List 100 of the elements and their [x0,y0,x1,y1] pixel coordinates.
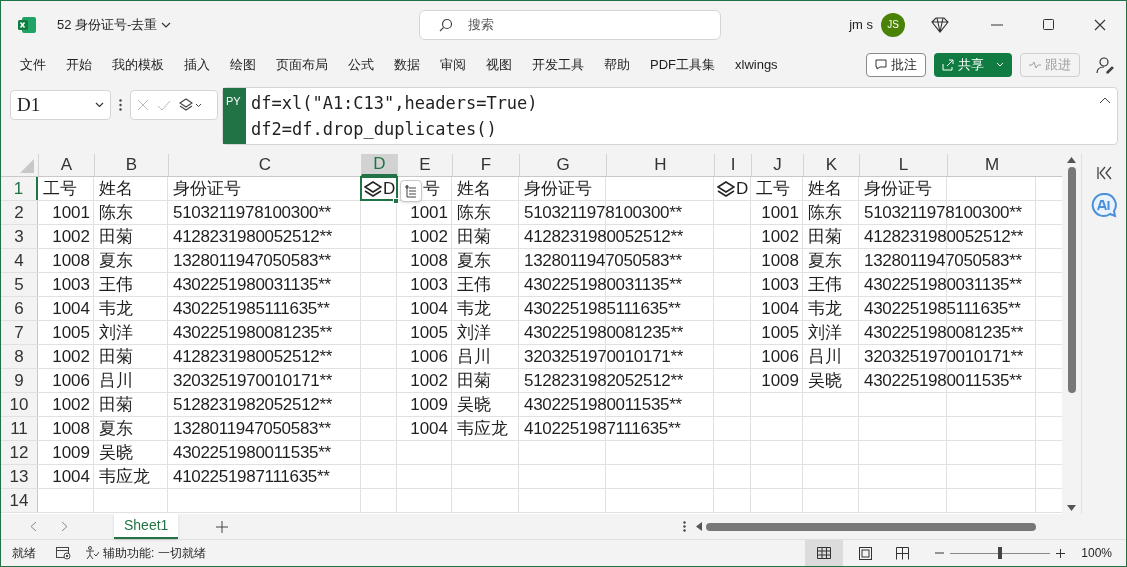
ribbon-tab[interactable]: 数据 [394,54,420,75]
formula-input[interactable]: PY df=xl("A1:C13",headers=True) df2=df.drop_duplicates() [222,87,1118,145]
row-header[interactable]: 7 [1,321,38,344]
ribbon-tab[interactable]: 开始 [66,54,92,75]
ribbon-tab[interactable]: 页面布局 [276,54,328,75]
cell-text: 4302251980081235** [173,322,333,344]
row-header[interactable]: 4 [1,249,38,272]
cell-text: 3203251970010171** [864,346,1024,368]
ribbon-tab[interactable]: PDF工具集 [650,54,715,75]
cell-text: 姓名 [99,178,133,200]
name-box[interactable]: D1 [10,90,111,120]
cell-text: 1328011947050583** [173,418,331,440]
column-header[interactable]: I [714,154,751,176]
more-options-icon[interactable] [683,521,686,532]
cell-text: 4302251980031135** [524,274,682,296]
scroll-down-icon[interactable] [1067,505,1076,511]
minimize-icon[interactable] [991,23,1003,26]
ribbon-tab[interactable]: 审阅 [440,54,466,75]
sheet-tab[interactable]: Sheet1 [114,514,179,539]
column-header[interactable]: A [38,154,94,176]
ribbon-tab[interactable]: 视图 [486,54,512,75]
page-layout-icon[interactable] [859,546,873,560]
column-header[interactable]: K [803,154,859,176]
ai-assistant-icon[interactable] [1090,192,1118,218]
collapse-left-icon[interactable] [1096,166,1112,180]
ribbon-tab[interactable]: 我的模板 [112,54,164,75]
diamond-icon[interactable] [931,16,949,33]
previous-sheet-icon[interactable] [30,521,37,532]
scroll-up-icon[interactable] [1067,157,1076,163]
row-header[interactable]: 2 [1,201,38,224]
share-button[interactable]: 共享 [934,52,1012,77]
cell-text: 陈东 [457,202,491,224]
comments-button[interactable]: 批注 [866,52,926,77]
column-header[interactable]: J [751,154,803,176]
layers-icon[interactable] [364,180,382,197]
column-header[interactable]: H [606,154,714,176]
cell-text: 5128231982052512** [173,394,333,416]
layers-icon[interactable] [717,180,735,197]
ribbon-tab[interactable]: 开发工具 [532,54,584,75]
ribbon-tab[interactable]: 插入 [184,54,210,75]
more-options-icon[interactable] [119,99,122,111]
ribbon-tab[interactable]: 绘图 [230,54,256,75]
next-sheet-icon[interactable] [61,521,68,532]
add-sheet-icon[interactable] [216,520,229,533]
collapse-icon[interactable] [1099,96,1111,104]
row-header[interactable]: 1 [1,177,38,200]
ribbon-tab[interactable]: 文件 [20,54,46,75]
insert-data-button[interactable] [400,180,422,202]
cell-text: 4302251985111635** [173,298,330,320]
ribbon-tab[interactable]: 公式 [348,54,374,75]
row-header[interactable]: 9 [1,369,38,392]
ribbon-tab[interactable]: 帮助 [604,54,630,75]
cell-text: 田菊 [808,226,842,248]
row-header[interactable]: 6 [1,297,38,320]
chevron-down-icon [996,62,1004,67]
column-header[interactable]: G [519,154,606,176]
column-header[interactable]: E [397,154,452,176]
user-avatar[interactable]: JS [881,12,905,37]
layers-icon[interactable] [179,98,203,112]
check-icon[interactable] [157,99,171,111]
normal-view-button[interactable] [805,540,844,566]
row-header[interactable]: 11 [1,417,38,440]
cell-text: 刘洋 [808,322,842,344]
cell-text: 1002 [410,226,448,248]
fill-handle[interactable] [393,198,399,204]
row-header[interactable]: 8 [1,345,38,368]
row-header[interactable]: 13 [1,465,38,488]
row-header[interactable]: 3 [1,225,38,248]
cell-text: 田菊 [99,346,133,368]
document-title[interactable]: 52 身份证号-去重 [57,14,158,35]
cell-text: 1008 [52,418,90,440]
cell-text: 号 [423,178,440,200]
person-feedback-icon[interactable] [1096,55,1114,74]
column-header[interactable]: M [947,154,1036,176]
cell-text: D [383,177,396,200]
maximize-icon[interactable] [1043,19,1054,30]
row-header[interactable]: 12 [1,441,38,464]
cell-text: 陈东 [99,202,133,224]
accessibility-status[interactable]: 辅助功能: 一切就绪 [103,544,206,562]
row-header[interactable]: 10 [1,393,38,416]
column-header[interactable]: F [452,154,519,176]
scroll-left-icon[interactable] [696,522,702,531]
horizontal-scrollbar-thumb[interactable] [706,522,1036,531]
ribbon-tab[interactable]: xlwings [735,54,778,75]
search-field[interactable]: 搜索 [419,9,722,40]
macro-record-icon[interactable] [56,546,71,560]
chevron-down-icon[interactable] [161,21,172,28]
column-header[interactable]: D [361,154,397,176]
accessibility-icon[interactable] [85,546,99,560]
column-header[interactable]: B [94,154,168,176]
zoom-level[interactable]: 100% [1081,544,1112,562]
cell-text: 田菊 [99,226,133,248]
page-break-icon[interactable] [896,546,910,560]
zoom-slider-thumb[interactable] [998,547,1003,559]
zoom-in-icon[interactable] [1056,548,1066,558]
row-header[interactable]: 5 [1,273,38,296]
close-icon[interactable] [1094,18,1106,31]
row-header[interactable]: 14 [1,489,38,512]
vertical-scrollbar-thumb[interactable] [1067,167,1076,393]
column-header[interactable]: L [859,154,947,176]
